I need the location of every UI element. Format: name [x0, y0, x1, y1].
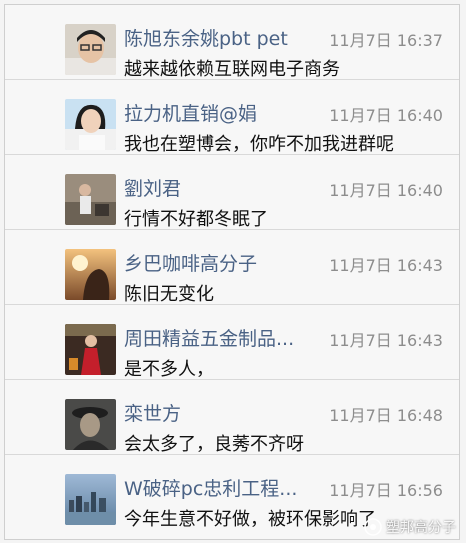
sender-name[interactable]: 栾世方 [124, 399, 324, 426]
message-text: 越来越依赖互联网电子商务 [124, 59, 340, 80]
message-text: 是不多人， [124, 359, 214, 380]
dark-hat-avatar[interactable] [65, 399, 116, 450]
timestamp: 11月7日 16:37 [329, 31, 443, 50]
sender-name[interactable]: 周田精益五金制品... [124, 324, 324, 351]
message-text: 陈旧无变化 [124, 284, 214, 305]
watermark: 塑邦高分子 [364, 517, 456, 537]
sender-name[interactable]: 乡巴咖啡高分子 [124, 249, 324, 276]
sender-name[interactable]: 拉力机直销@娟 [124, 99, 324, 126]
sender-name[interactable]: 陈旭东余姚pbt pet [124, 24, 324, 51]
sender-name[interactable]: 劉刘君 [124, 174, 324, 201]
watermark-logo-icon [364, 518, 382, 536]
list-item[interactable]: 乡巴咖啡高分子 11月7日 16:43 陈旧无变化 [5, 230, 459, 305]
woman-avatar[interactable] [65, 99, 116, 150]
message-text: 我也在塑博会，你咋不加我进群呢 [124, 134, 394, 155]
timestamp: 11月7日 16:40 [329, 106, 443, 125]
man-glasses-avatar[interactable] [65, 24, 116, 75]
list-item[interactable]: 劉刘君 11月7日 16:40 行情不好都冬眠了 [5, 155, 459, 230]
figure-avatar[interactable] [65, 174, 116, 225]
timestamp: 11月7日 16:48 [329, 406, 443, 425]
comment-list: 陈旭东余姚pbt pet 11月7日 16:37 越来越依赖互联网电子商务 拉力… [4, 4, 460, 540]
sender-name[interactable]: W破碎pc忠利工程... [124, 474, 324, 501]
timestamp: 11月7日 16:43 [329, 331, 443, 350]
message-text: 行情不好都冬眠了 [124, 209, 268, 230]
list-item[interactable]: 栾世方 11月7日 16:48 会太多了，良莠不齐呀 [5, 380, 459, 455]
harbor-avatar[interactable] [65, 474, 116, 525]
message-text: 今年生意不好做，被环保影响了 [124, 509, 376, 530]
sunset-avatar[interactable] [65, 249, 116, 300]
list-item[interactable]: 陈旭东余姚pbt pet 11月7日 16:37 越来越依赖互联网电子商务 [5, 5, 459, 80]
list-item[interactable]: 周田精益五金制品... 11月7日 16:43 是不多人， [5, 305, 459, 380]
timestamp: 11月7日 16:40 [329, 181, 443, 200]
red-dress-avatar[interactable] [65, 324, 116, 375]
watermark-text: 塑邦高分子 [386, 520, 456, 536]
list-item[interactable]: 拉力机直销@娟 11月7日 16:40 我也在塑博会，你咋不加我进群呢 [5, 80, 459, 155]
timestamp: 11月7日 16:56 [329, 481, 443, 500]
message-text: 会太多了，良莠不齐呀 [124, 434, 304, 455]
timestamp: 11月7日 16:43 [329, 256, 443, 275]
